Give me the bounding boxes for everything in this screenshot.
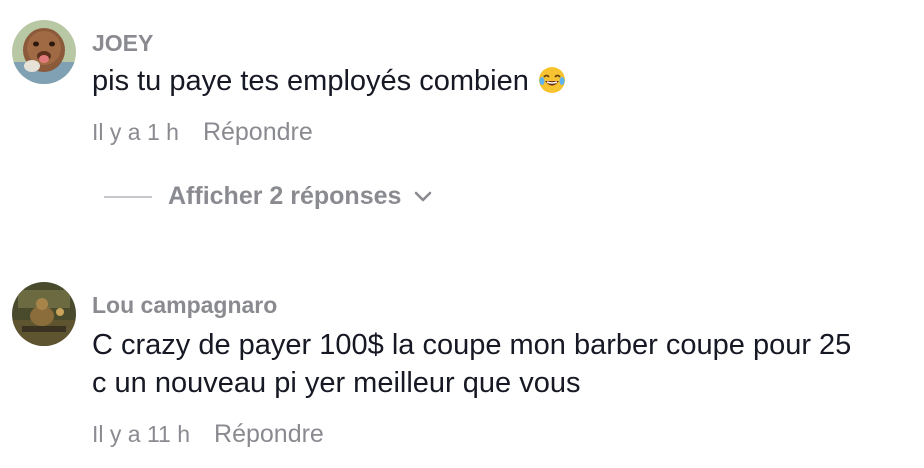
show-replies-label: Afficher 2 réponses [168, 182, 402, 210]
comment-meta: Il y a 11 h Répondre [92, 420, 324, 449]
show-replies-button[interactable]: Afficher 2 réponses [104, 182, 433, 211]
comment-text: pis tu paye tes employés combien [92, 62, 567, 105]
comment-item: Lou campagnaro C crazy de payer 100$ la … [0, 260, 924, 468]
avatar[interactable] [12, 282, 76, 346]
comment-text-line: c un nouveau pi yer meilleur que vous [92, 367, 581, 399]
avatar[interactable] [12, 20, 76, 84]
joy-emoji-icon [537, 65, 567, 105]
timestamp: Il y a 11 h [92, 421, 191, 447]
chevron-down-icon [413, 182, 433, 211]
username[interactable]: Lou campagnaro [92, 292, 277, 319]
painting-avatar-icon [12, 282, 76, 346]
comment-text-line: C crazy de payer 100$ la coupe mon barbe… [92, 329, 852, 361]
comment-meta: Il y a 1 h Répondre [92, 118, 313, 147]
username[interactable]: JOEY [92, 30, 153, 57]
comment-text: C crazy de payer 100$ la coupe mon barbe… [92, 326, 851, 402]
reply-button[interactable]: Répondre [214, 420, 324, 449]
divider-line [104, 195, 152, 198]
comment-text-line: pis tu paye tes employés combien [92, 65, 529, 97]
reply-button[interactable]: Répondre [203, 118, 313, 147]
timestamp: Il y a 1 h [92, 119, 179, 145]
baby-avatar-icon [12, 20, 76, 84]
